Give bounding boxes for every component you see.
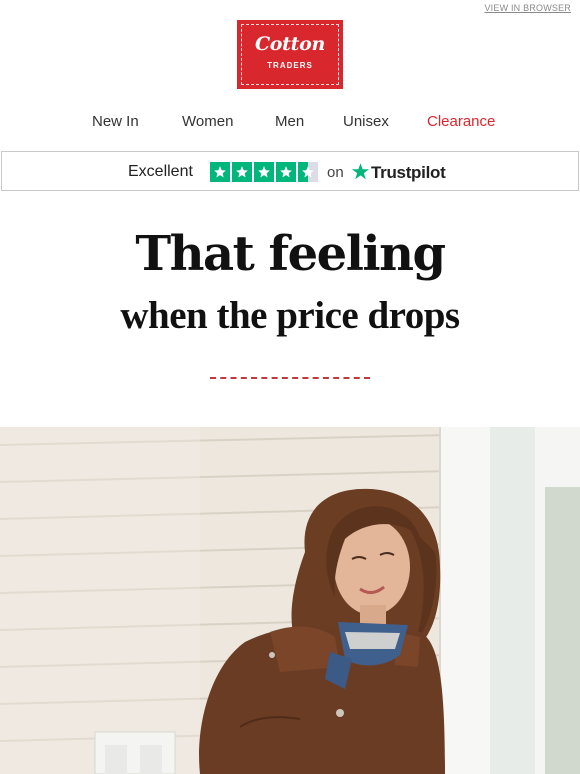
hero-subhead: when the price drops (120, 294, 460, 337)
rating-word: Excellent (128, 163, 193, 180)
woman-in-brown-jacket-icon (0, 427, 580, 774)
star-icon (254, 162, 274, 182)
logo-script-text: Cotton (254, 33, 326, 55)
nav-item-new-in[interactable]: New In (92, 113, 139, 130)
trustpilot-stars (210, 162, 319, 182)
hero-headline: That feeling (135, 226, 446, 282)
trustpilot-brand: Trustpilot (371, 163, 446, 182)
view-in-browser-link[interactable]: VIEW IN BROWSER (484, 3, 571, 13)
logo-sub-text: TRADERS (267, 61, 313, 70)
star-icon (210, 162, 230, 182)
nav-item-men[interactable]: Men (275, 113, 304, 130)
star-icon (232, 162, 252, 182)
half-star-icon (298, 162, 318, 182)
on-label: on (327, 164, 344, 181)
main-nav: New In Women Men Unisex Clearance (0, 113, 580, 133)
nav-item-women[interactable]: Women (182, 113, 233, 130)
trustpilot-star-icon (351, 163, 370, 180)
nav-item-clearance[interactable]: Clearance (427, 113, 495, 130)
nav-item-unisex[interactable]: Unisex (343, 113, 389, 130)
hero-image[interactable] (0, 427, 580, 774)
cotton-traders-logo[interactable]: Cotton TRADERS (237, 20, 343, 89)
trustpilot-rating-bar[interactable]: Excellent on Trustpilot (1, 151, 579, 191)
star-icon (276, 162, 296, 182)
dashed-divider (210, 377, 370, 379)
